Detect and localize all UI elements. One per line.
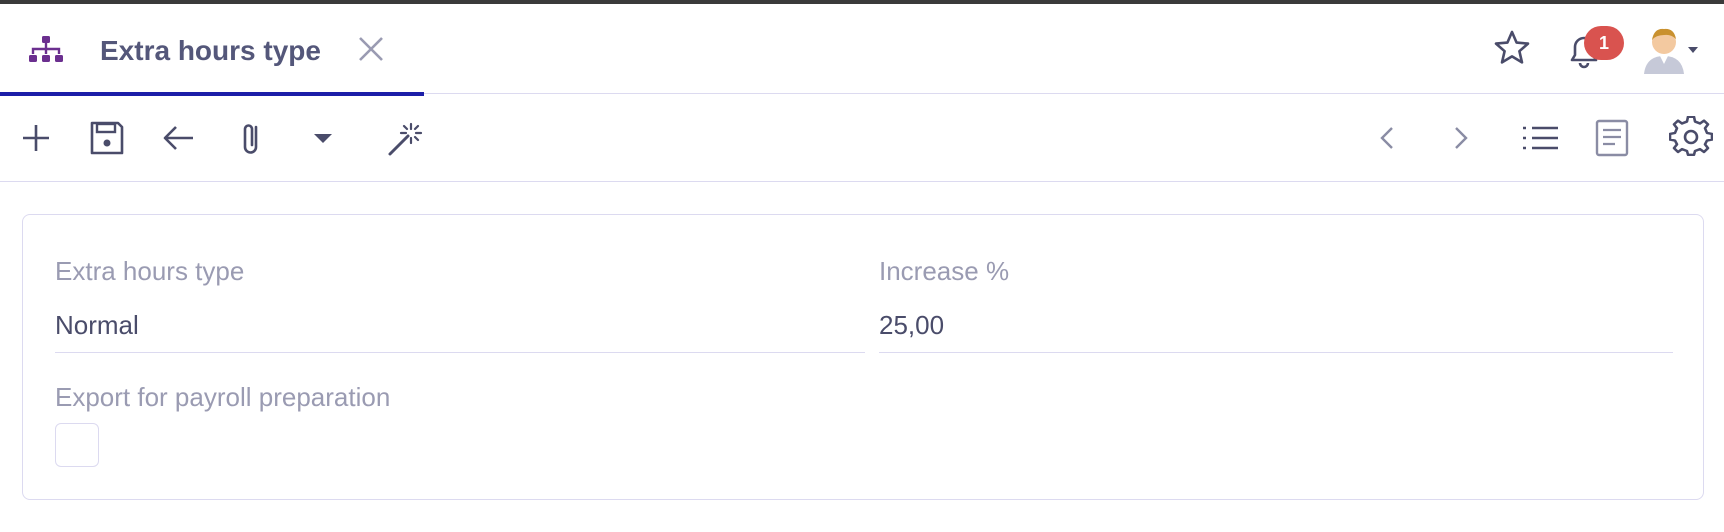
next-record-button[interactable] (1438, 116, 1482, 160)
chevron-right-icon (1455, 127, 1468, 149)
list-view-button[interactable] (1518, 116, 1562, 160)
plus-icon (23, 125, 49, 151)
extra-hours-type-label: Extra hours type (55, 256, 245, 286)
form-card: Extra hours type Normal Increase % 25,00… (22, 214, 1704, 500)
increase-percent-input[interactable]: 25,00 (879, 303, 1673, 353)
previous-record-button[interactable] (1366, 116, 1410, 160)
user-menu[interactable] (1640, 24, 1700, 76)
close-icon[interactable] (356, 34, 386, 64)
back-arrow-icon (163, 126, 193, 150)
tab-bar: Extra hours type 1 (0, 4, 1724, 96)
gear-icon (1669, 116, 1713, 157)
hierarchy-icon (29, 36, 63, 62)
magic-wand-icon (388, 122, 423, 156)
new-record-button[interactable] (14, 116, 58, 160)
export-payroll-checkbox[interactable] (55, 423, 99, 467)
tab-extra-hours-type[interactable]: Extra hours type (0, 4, 424, 96)
toolbar (0, 94, 1724, 182)
star-icon[interactable] (1492, 28, 1532, 68)
chevron-left-icon (1380, 127, 1393, 149)
save-icon (90, 121, 124, 155)
back-button[interactable] (157, 116, 201, 160)
extra-hours-type-input[interactable]: Normal (55, 303, 865, 353)
settings-button[interactable] (1669, 116, 1713, 160)
form-view-icon (1595, 119, 1629, 157)
export-payroll-label: Export for payroll preparation (55, 382, 391, 412)
notification-badge[interactable]: 1 (1584, 26, 1624, 60)
tab-title: Extra hours type (100, 35, 321, 66)
increase-percent-label: Increase % (879, 256, 1010, 286)
more-actions-button[interactable] (301, 116, 345, 160)
attachment-button[interactable] (229, 116, 273, 160)
caret-down-icon (314, 134, 332, 143)
list-icon (1523, 126, 1558, 150)
caret-down-icon (1688, 47, 1698, 53)
save-button[interactable] (85, 116, 129, 160)
magic-wand-button[interactable] (382, 116, 426, 160)
paperclip-icon (243, 124, 258, 154)
form-view-button[interactable] (1590, 116, 1634, 160)
